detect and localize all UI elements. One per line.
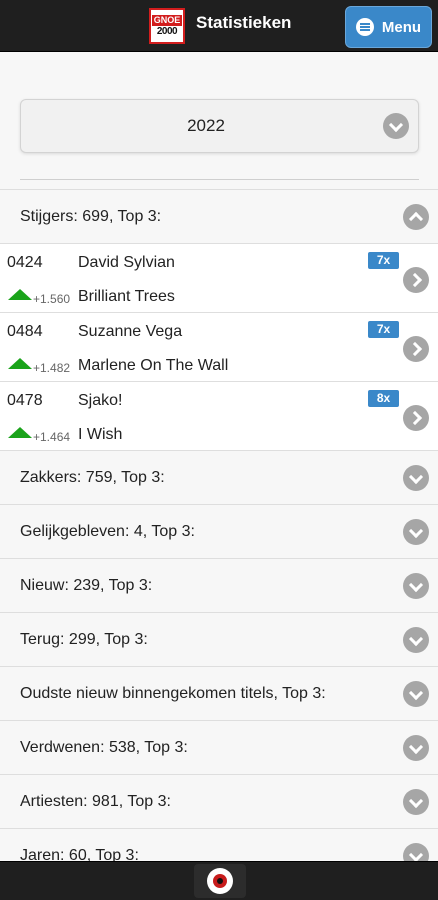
divider bbox=[20, 179, 419, 180]
page-title: Statistieken bbox=[196, 13, 292, 32]
chevron-right-icon[interactable] bbox=[403, 405, 429, 431]
entry-position: 0484 bbox=[7, 323, 43, 340]
list-item[interactable]: 0484 Suzanne Vega 7x +1.482 Marlene On T… bbox=[0, 312, 438, 381]
section-label: Oudste nieuw binnengekomen titels, Top 3… bbox=[20, 685, 326, 702]
year-select[interactable]: 2022 bbox=[20, 99, 419, 153]
chevron-down-icon bbox=[403, 519, 429, 545]
top-bar: GNOE 2000 Statistieken Menu bbox=[0, 0, 438, 52]
record-logo-icon bbox=[207, 868, 233, 894]
entry-position: 0478 bbox=[7, 392, 43, 409]
count-badge: 7x bbox=[368, 321, 399, 338]
chevron-right-icon[interactable] bbox=[403, 267, 429, 293]
entry-artist: David Sylvian bbox=[78, 254, 175, 271]
year-select-value: 2022 bbox=[187, 116, 225, 135]
chevron-down-icon bbox=[403, 789, 429, 815]
section-label: Zakkers: 759, Top 3: bbox=[20, 469, 165, 486]
entry-position: 0424 bbox=[7, 254, 43, 271]
section-terug[interactable]: Terug: 299, Top 3: bbox=[0, 612, 438, 666]
chevron-down-icon bbox=[403, 465, 429, 491]
section-label: Verdwenen: 538, Top 3: bbox=[20, 739, 188, 756]
section-stijgers[interactable]: Stijgers: 699, Top 3: bbox=[0, 189, 438, 243]
triangle-up-icon bbox=[8, 289, 32, 300]
chevron-down-icon bbox=[383, 113, 409, 139]
section-gelijkgebleven[interactable]: Gelijkgebleven: 4, Top 3: bbox=[0, 504, 438, 558]
entry-title: Marlene On The Wall bbox=[78, 357, 229, 374]
section-label: Stijgers: 699, Top 3: bbox=[20, 208, 162, 225]
home-button[interactable] bbox=[194, 864, 246, 898]
chevron-down-icon bbox=[403, 681, 429, 707]
logo-text-top: GNOE bbox=[151, 14, 183, 26]
menu-button-label: Menu bbox=[381, 18, 422, 36]
triangle-up-icon bbox=[8, 358, 32, 369]
entry-title: I Wish bbox=[78, 426, 123, 443]
hamburger-icon bbox=[355, 18, 374, 36]
section-oudste[interactable]: Oudste nieuw binnengekomen titels, Top 3… bbox=[0, 666, 438, 720]
chevron-down-icon bbox=[403, 573, 429, 599]
list-item[interactable]: 0478 Sjako! 8x +1.464 I Wish bbox=[0, 381, 438, 450]
entry-title: Brilliant Trees bbox=[78, 288, 175, 305]
count-badge: 7x bbox=[368, 252, 399, 269]
chevron-up-icon bbox=[403, 204, 429, 230]
entry-artist: Suzanne Vega bbox=[78, 323, 183, 340]
list-item[interactable]: 0424 David Sylvian 7x +1.560 Brilliant T… bbox=[0, 243, 438, 312]
statistics-list: Stijgers: 699, Top 3: 0424 David Sylvian… bbox=[0, 189, 438, 882]
section-artiesten[interactable]: Artiesten: 981, Top 3: bbox=[0, 774, 438, 828]
chevron-right-icon[interactable] bbox=[403, 336, 429, 362]
section-label: Terug: 299, Top 3: bbox=[20, 631, 148, 648]
entry-change: +1.560 bbox=[33, 292, 71, 306]
chevron-down-icon bbox=[403, 735, 429, 761]
section-label: Nieuw: 239, Top 3: bbox=[20, 577, 153, 594]
section-label: Artiesten: 981, Top 3: bbox=[20, 793, 171, 810]
count-badge: 8x bbox=[368, 390, 399, 407]
entry-artist: Sjako! bbox=[78, 392, 123, 409]
section-nieuw[interactable]: Nieuw: 239, Top 3: bbox=[0, 558, 438, 612]
logo-text-bottom: 2000 bbox=[156, 25, 178, 37]
menu-button[interactable]: Menu bbox=[345, 6, 432, 48]
app-logo[interactable]: GNOE 2000 bbox=[149, 8, 185, 44]
section-label: Gelijkgebleven: 4, Top 3: bbox=[20, 523, 195, 540]
triangle-up-icon bbox=[8, 427, 32, 438]
entry-change: +1.482 bbox=[33, 361, 71, 375]
section-verdwenen[interactable]: Verdwenen: 538, Top 3: bbox=[0, 720, 438, 774]
entry-change: +1.464 bbox=[33, 430, 71, 444]
section-zakkers[interactable]: Zakkers: 759, Top 3: bbox=[0, 450, 438, 504]
chevron-down-icon bbox=[403, 627, 429, 653]
bottom-bar bbox=[0, 861, 438, 900]
